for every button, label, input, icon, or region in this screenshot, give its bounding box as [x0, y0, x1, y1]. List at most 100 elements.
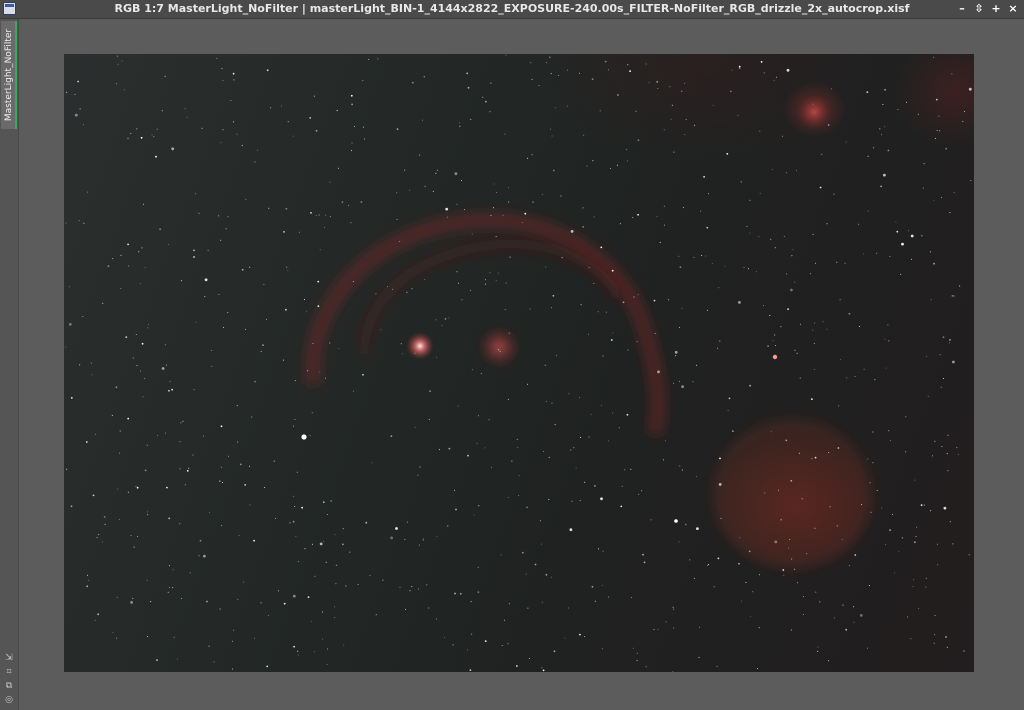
- star: [428, 607, 430, 609]
- image-canvas-area[interactable]: [19, 19, 1024, 710]
- star: [738, 65, 741, 68]
- star: [179, 523, 181, 525]
- star: [161, 367, 165, 370]
- star: [257, 149, 258, 151]
- minimize-button[interactable]: –: [955, 1, 969, 17]
- star: [273, 460, 275, 462]
- maximize-button[interactable]: +: [989, 1, 1003, 17]
- star: [959, 285, 961, 287]
- star: [213, 661, 215, 663]
- star: [951, 73, 953, 75]
- star: [608, 596, 610, 598]
- star: [104, 523, 106, 525]
- star: [934, 634, 935, 636]
- star: [669, 86, 671, 88]
- star: [166, 364, 167, 366]
- star: [369, 574, 371, 576]
- star: [588, 267, 590, 269]
- star: [748, 550, 751, 553]
- star: [395, 527, 398, 530]
- star: [763, 305, 764, 307]
- star: [770, 431, 772, 433]
- star: [554, 424, 556, 426]
- star: [329, 216, 331, 218]
- star: [882, 104, 884, 105]
- star: [232, 72, 235, 75]
- star: [95, 433, 96, 435]
- star: [275, 518, 277, 519]
- star: [179, 468, 181, 470]
- star: [551, 576, 553, 578]
- star: [968, 554, 970, 556]
- star: [836, 261, 838, 263]
- star: [485, 100, 487, 103]
- star: [424, 279, 426, 281]
- star: [937, 564, 939, 566]
- star: [518, 495, 520, 496]
- star: [822, 321, 824, 323]
- fit-view-icon[interactable]: ⌗: [2, 666, 16, 678]
- star: [147, 514, 149, 516]
- star: [786, 273, 788, 275]
- star: [679, 380, 681, 382]
- star: [817, 650, 819, 652]
- star: [772, 340, 774, 342]
- clone-icon[interactable]: ⧉: [2, 680, 16, 692]
- star: [508, 201, 510, 203]
- star: [933, 642, 935, 644]
- star: [789, 539, 791, 540]
- star: [436, 356, 438, 358]
- star: [219, 608, 221, 610]
- star: [672, 671, 674, 672]
- star: [799, 377, 801, 379]
- star: [254, 380, 256, 383]
- star: [406, 521, 408, 523]
- close-button[interactable]: ×: [1006, 1, 1020, 17]
- star: [309, 435, 311, 437]
- star: [404, 538, 406, 540]
- star: [592, 160, 594, 162]
- view-identifier-tab[interactable]: MasterLight_NoFilter: [1, 21, 17, 129]
- star: [862, 253, 864, 255]
- star: [500, 554, 502, 556]
- star: [657, 88, 659, 89]
- star: [469, 290, 471, 291]
- star: [144, 267, 146, 269]
- star: [579, 633, 581, 636]
- star: [278, 590, 280, 592]
- star: [65, 346, 67, 348]
- star: [310, 212, 312, 214]
- shade-button[interactable]: ⇳: [972, 1, 986, 17]
- star: [671, 104, 673, 106]
- star: [141, 342, 144, 345]
- star: [203, 554, 206, 558]
- star: [306, 310, 308, 312]
- star: [230, 99, 232, 101]
- star: [769, 315, 771, 316]
- star: [457, 405, 459, 407]
- star: [322, 501, 325, 504]
- star: [948, 342, 950, 344]
- settings-icon[interactable]: ◎: [2, 694, 16, 706]
- star: [467, 454, 469, 457]
- star: [567, 69, 569, 71]
- star: [813, 342, 815, 344]
- star: [717, 557, 720, 560]
- star: [363, 138, 365, 140]
- star: [743, 267, 745, 268]
- star: [296, 471, 298, 473]
- star: [894, 572, 895, 574]
- star: [173, 636, 175, 638]
- title-bar[interactable]: RGB 1:7 MasterLight_NoFilter | masterLig…: [0, 0, 1024, 19]
- star: [745, 581, 747, 583]
- star: [594, 600, 596, 602]
- star: [833, 617, 835, 619]
- star: [402, 353, 404, 355]
- star: [561, 257, 563, 259]
- zoom-to-fit-icon[interactable]: ⇲: [2, 652, 16, 664]
- star: [211, 350, 213, 351]
- astro-image[interactable]: [64, 54, 974, 672]
- star: [653, 629, 655, 631]
- star: [362, 80, 364, 81]
- star: [782, 569, 785, 571]
